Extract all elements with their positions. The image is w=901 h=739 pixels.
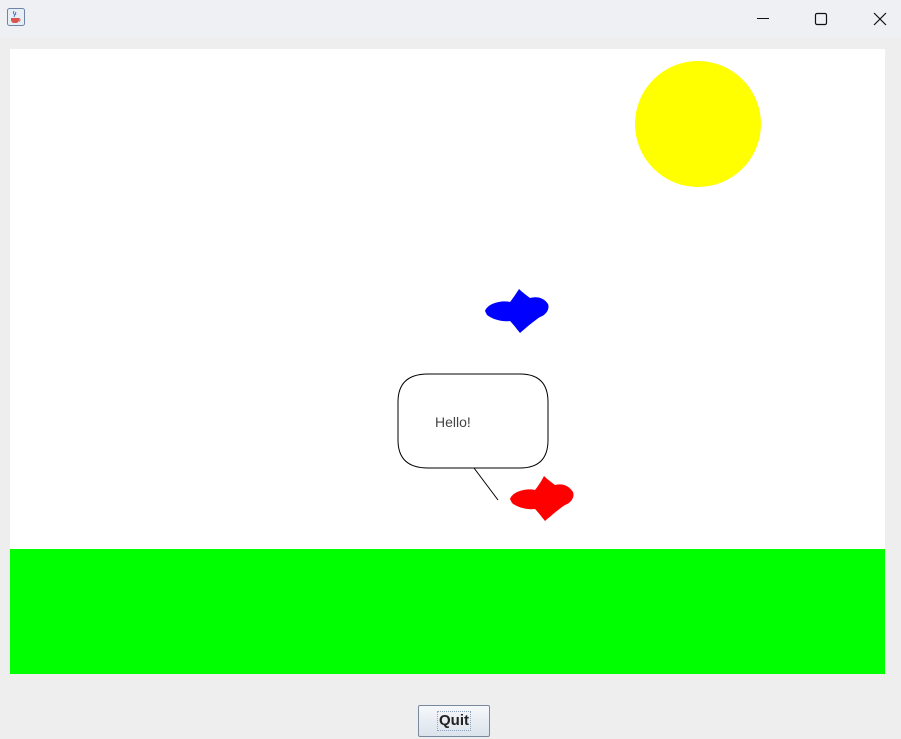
scene-svg xyxy=(10,49,885,674)
speech-bubble xyxy=(397,373,549,469)
maximize-icon xyxy=(814,12,828,26)
drawing-canvas: Hello! xyxy=(10,49,885,674)
quit-button-label: Quit xyxy=(437,711,471,731)
close-button[interactable] xyxy=(857,0,901,37)
title-bar xyxy=(0,0,901,37)
quit-button[interactable]: Quit xyxy=(418,705,490,737)
sun xyxy=(635,61,761,187)
java-cup-icon[interactable] xyxy=(7,8,25,26)
minimize-button[interactable] xyxy=(740,0,786,37)
maximize-button[interactable] xyxy=(798,0,844,37)
close-icon xyxy=(873,12,887,26)
minimize-icon xyxy=(757,18,769,19)
speech-bubble-text: Hello! xyxy=(435,414,471,430)
grass xyxy=(10,549,885,674)
